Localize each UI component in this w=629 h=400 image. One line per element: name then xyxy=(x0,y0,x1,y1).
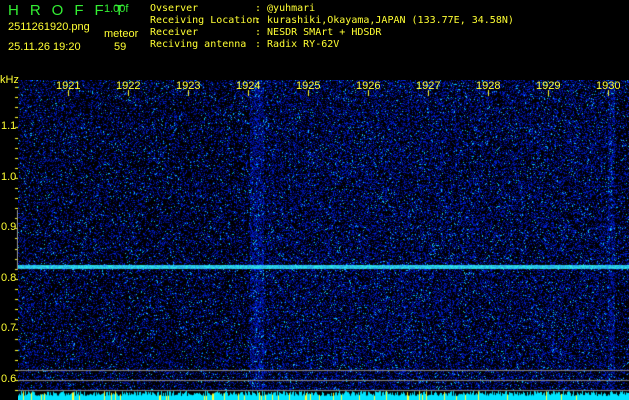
meteor-label: meteor xyxy=(104,28,139,40)
info-location: Receiving Location: kurashiki,Okayama,JA… xyxy=(150,15,514,26)
y-axis-ticks xyxy=(0,80,18,400)
x-tick-label: 1921 xyxy=(56,80,81,92)
filename: 2511261920.png xyxy=(8,21,90,33)
x-tick-label: 1930 xyxy=(596,80,621,92)
x-tick-label: 1929 xyxy=(536,80,561,92)
x-tick-label: 1926 xyxy=(356,80,381,92)
info-observer: Ovserver: @yuhmari xyxy=(150,3,316,14)
datetime: 25.11.26 19:20 xyxy=(8,41,81,53)
x-tick-label: 1923 xyxy=(176,80,201,92)
meteor-count: 59 xyxy=(114,41,127,53)
x-tick-label: 1925 xyxy=(296,80,321,92)
info-receiver: Receiver: NESDR SMArt + HDSDR xyxy=(150,27,382,38)
info-antenna: Reciving antenna: Radix RY-62V xyxy=(150,39,340,50)
spectrogram xyxy=(18,80,629,400)
x-tick-label: 1928 xyxy=(476,80,501,92)
version: 1.00f xyxy=(104,3,129,15)
x-tick-label: 1922 xyxy=(116,80,141,92)
x-tick-label: 1927 xyxy=(416,80,441,92)
x-tick-label: 1924 xyxy=(236,80,261,92)
